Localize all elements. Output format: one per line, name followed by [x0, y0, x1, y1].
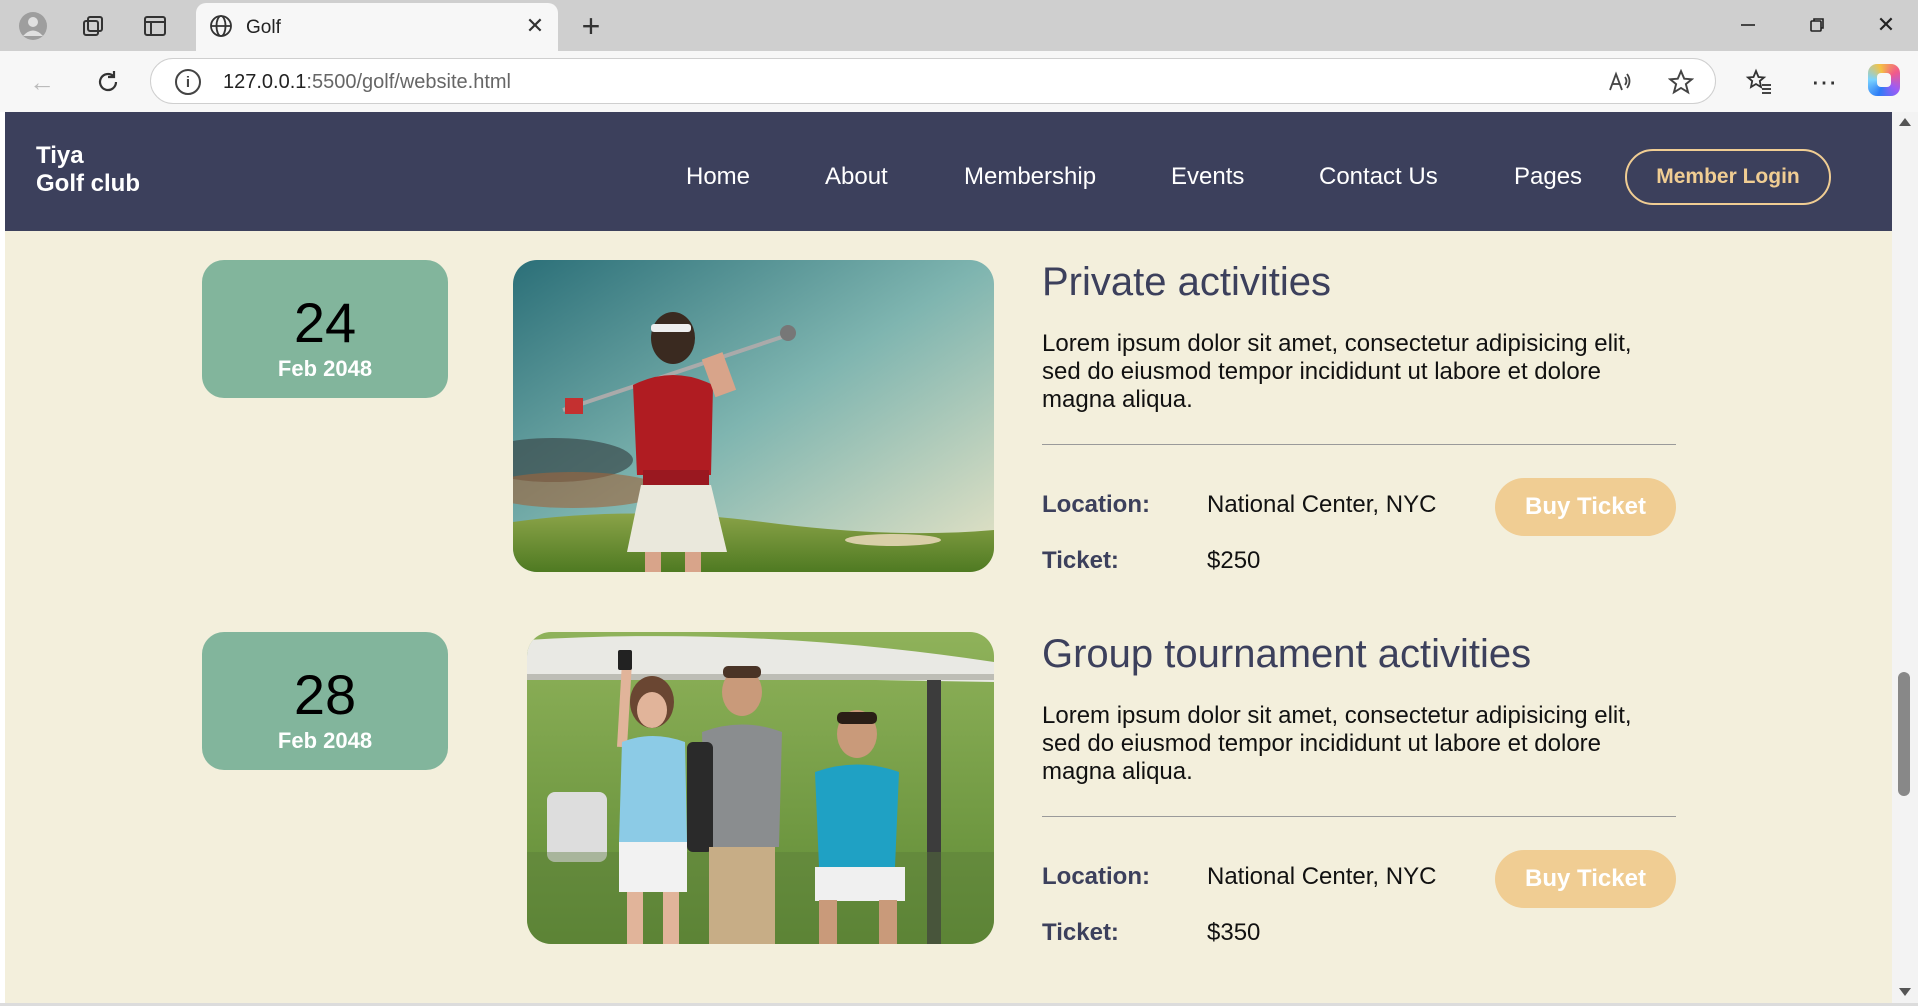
tab-title: Golf: [246, 17, 281, 38]
event-item: 28 Feb 2048 Group tournament activities …: [5, 632, 1892, 952]
location-label: Location:: [1042, 863, 1150, 890]
browser-tab-strip: Golf ✕ + ✕: [0, 0, 1918, 51]
refresh-icon[interactable]: [90, 64, 126, 100]
golf-cart-group-photo: [527, 632, 994, 944]
restore-icon[interactable]: [1797, 8, 1837, 42]
url-host: 127.0.0.1: [223, 71, 307, 93]
scroll-up-icon[interactable]: [1899, 118, 1911, 126]
nav-membership[interactable]: Membership: [964, 163, 1096, 191]
globe-icon: [206, 11, 236, 41]
event-month: Feb 2048: [277, 728, 373, 753]
minimize-icon[interactable]: [1728, 8, 1768, 42]
divider: [1042, 444, 1676, 445]
url-field[interactable]: i 127.0.0.1:5500/golf/website.html: [150, 58, 1716, 104]
ticket-price: $250: [1207, 547, 1261, 574]
event-description: Lorem ipsum dolor sit amet, consectetur …: [1042, 702, 1632, 785]
info-icon[interactable]: i: [175, 69, 201, 95]
event-item: 24 Feb 2048 Private activities Lorem ips…: [5, 260, 1892, 580]
page-viewport: Tiya Golf club Home About Membership Eve…: [5, 112, 1892, 1003]
site-header: Tiya Golf club Home About Membership Eve…: [5, 112, 1892, 231]
event-title: Private activities: [1042, 260, 1331, 304]
ticket-price: $350: [1207, 919, 1261, 946]
address-bar-row: ← i 127.0.0.1:5500/golf/website.html ⋯: [0, 51, 1918, 112]
scroll-thumb[interactable]: [1898, 672, 1910, 796]
nav-about[interactable]: About: [825, 163, 888, 191]
read-aloud-icon[interactable]: [1605, 67, 1635, 97]
logo-line-2: Golf club: [36, 170, 140, 197]
profile-icon[interactable]: [18, 11, 48, 41]
nav-contact-us[interactable]: Contact Us: [1319, 163, 1438, 191]
golfer-woman-photo: [513, 260, 994, 572]
event-title: Group tournament activities: [1042, 632, 1532, 676]
buy-ticket-button[interactable]: Buy Ticket: [1495, 850, 1676, 908]
event-day: 24: [293, 291, 357, 354]
divider: [1042, 816, 1676, 817]
event-day: 28: [293, 663, 357, 726]
url-text: 127.0.0.1:5500/golf/website.html: [223, 71, 511, 94]
scroll-down-icon[interactable]: [1899, 988, 1911, 996]
date-card: 28 Feb 2048: [202, 632, 448, 770]
event-description: Lorem ipsum dolor sit amet, consectetur …: [1042, 330, 1632, 413]
close-icon[interactable]: ✕: [522, 13, 548, 39]
location-value: National Center, NYC: [1207, 491, 1437, 518]
more-icon[interactable]: ⋯: [1806, 64, 1842, 100]
ticket-label: Ticket:: [1042, 547, 1119, 574]
workspaces-icon[interactable]: [78, 11, 108, 41]
event-month: Feb 2048: [277, 356, 373, 381]
page-scrollbar[interactable]: [1892, 112, 1918, 1006]
favorite-star-icon[interactable]: [1666, 67, 1696, 97]
location-label: Location:: [1042, 491, 1150, 518]
nav-pages[interactable]: Pages: [1514, 163, 1582, 191]
logo-line-1: Tiya: [36, 142, 84, 169]
url-path: :5500/golf/website.html: [306, 71, 511, 93]
location-value: National Center, NYC: [1207, 863, 1437, 890]
buy-ticket-button[interactable]: Buy Ticket: [1495, 478, 1676, 536]
ticket-label: Ticket:: [1042, 919, 1119, 946]
member-login-button[interactable]: Member Login: [1625, 149, 1831, 205]
window-close-icon[interactable]: ✕: [1866, 8, 1906, 42]
nav-home[interactable]: Home: [686, 163, 750, 191]
new-tab-icon[interactable]: +: [574, 8, 608, 44]
nav-events[interactable]: Events: [1171, 163, 1244, 191]
favorites-icon[interactable]: [1741, 64, 1777, 100]
browser-tab[interactable]: Golf ✕: [196, 3, 558, 51]
back-icon[interactable]: ←: [24, 64, 60, 100]
date-card: 24 Feb 2048: [202, 260, 448, 398]
site-logo[interactable]: Tiya Golf club: [36, 142, 140, 198]
copilot-icon[interactable]: [1868, 64, 1900, 96]
tab-actions-icon[interactable]: [140, 11, 170, 41]
